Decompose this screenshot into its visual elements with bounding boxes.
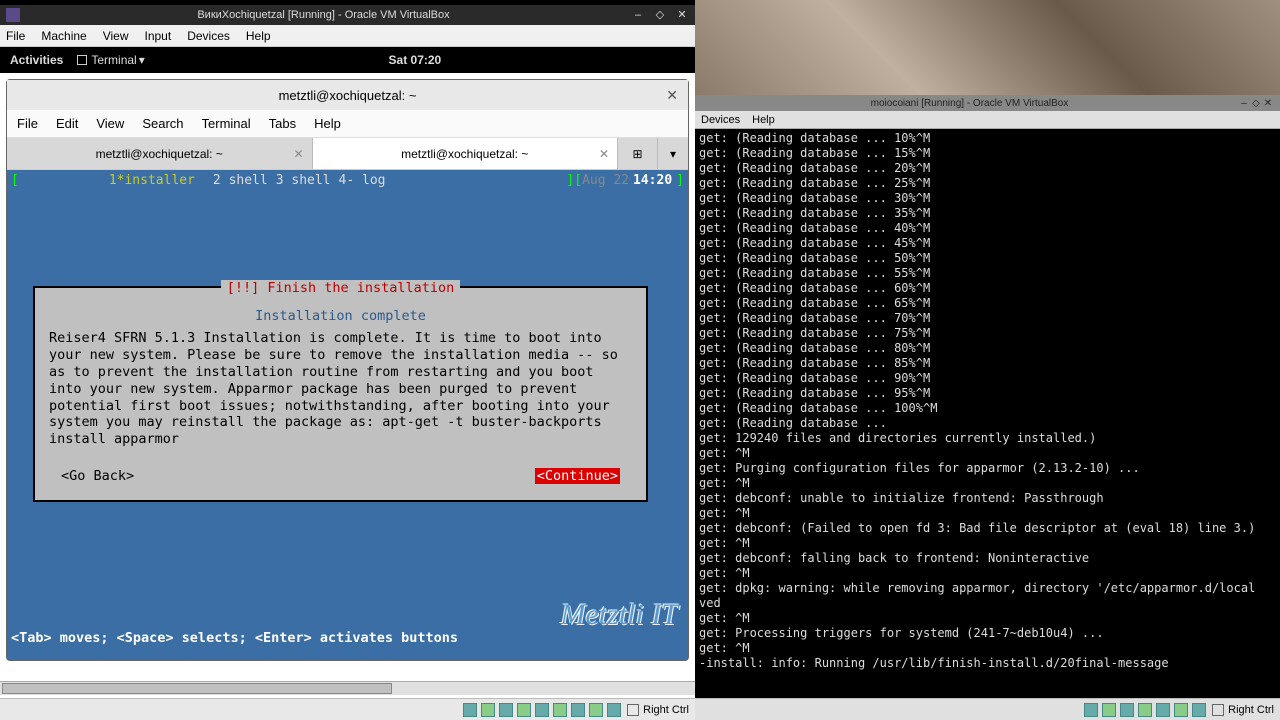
- tab-2[interactable]: metztli@xochiquetzal: ~ ✕: [313, 138, 619, 169]
- vm-menubar-right: Devices Help: [695, 111, 1280, 129]
- vm-menubar-left: File Machine View Input Devices Help: [0, 25, 695, 47]
- maximize-icon[interactable]: ◇: [653, 8, 667, 22]
- new-tab-button[interactable]: ⊞: [618, 138, 658, 169]
- clock[interactable]: Sat 07:20: [145, 53, 685, 67]
- tmux-status: [ 1*installer 2 shell 3 shell 4- log ][ …: [7, 170, 688, 190]
- terminal-close-button[interactable]: ✕: [666, 87, 678, 104]
- tab-close-icon[interactable]: ✕: [293, 147, 303, 161]
- window-shell-3[interactable]: 3 shell: [276, 173, 331, 188]
- dialog-subtitle: Installation complete: [49, 308, 632, 324]
- go-back-button[interactable]: <Go Back>: [61, 468, 134, 484]
- background-photo: [695, 0, 1280, 95]
- vm-statusbar-right: Right Ctrl: [695, 698, 1280, 720]
- continue-button[interactable]: <Continue>: [535, 468, 620, 484]
- term-menu-terminal[interactable]: Terminal: [202, 116, 251, 131]
- terminal-menubar: File Edit View Search Terminal Tabs Help: [7, 110, 688, 138]
- maximize-icon[interactable]: ◇: [1250, 98, 1262, 109]
- vm-titlebar-left[interactable]: ВикиXochiquetzal [Running] - Oracle VM V…: [0, 5, 695, 25]
- window-log[interactable]: 4- log: [339, 173, 386, 188]
- menu-input[interactable]: Input: [145, 29, 172, 43]
- minimize-icon[interactable]: –: [631, 8, 645, 22]
- recording-icon[interactable]: [589, 703, 603, 717]
- terminal-content[interactable]: [ 1*installer 2 shell 3 shell 4- log ][ …: [7, 170, 688, 660]
- vm-title-left: ВикиXochiquetzal [Running] - Oracle VM V…: [24, 9, 623, 21]
- menu-devices[interactable]: Devices: [187, 29, 230, 43]
- hostkey-indicator-icon: [627, 704, 639, 716]
- terminal-icon: [77, 55, 87, 65]
- menu-view[interactable]: View: [103, 29, 129, 43]
- scroll-thumb[interactable]: [2, 683, 392, 694]
- console-log[interactable]: get: (Reading database ... 10%^M get: (R…: [695, 129, 1280, 689]
- menu-devices[interactable]: Devices: [701, 114, 740, 126]
- host-key-label: Right Ctrl: [1228, 704, 1274, 716]
- window-shell-2[interactable]: 2 shell: [213, 173, 268, 188]
- usb-icon[interactable]: [1120, 703, 1134, 717]
- tab-menu-button[interactable]: ▾: [658, 138, 688, 169]
- terminal-indicator[interactable]: Terminal ▾: [77, 53, 144, 67]
- vm-statusbar-left: Right Ctrl: [0, 698, 695, 720]
- term-menu-search[interactable]: Search: [142, 116, 183, 131]
- term-menu-file[interactable]: File: [17, 116, 38, 131]
- dialog-title: [!!] Finish the installation: [49, 280, 632, 296]
- activities-button[interactable]: Activities: [10, 53, 63, 67]
- close-icon[interactable]: ✕: [675, 8, 689, 22]
- horizontal-scrollbar[interactable]: [0, 681, 695, 695]
- vm-title-right: moiocoiani [Running] - Oracle VM Virtual…: [701, 98, 1238, 109]
- shared-folder-icon[interactable]: [1156, 703, 1170, 717]
- menu-machine[interactable]: Machine: [41, 29, 86, 43]
- term-menu-edit[interactable]: Edit: [56, 116, 78, 131]
- tab-close-icon[interactable]: ✕: [599, 147, 609, 161]
- help-line: <Tab> moves; <Space> selects; <Enter> ac…: [7, 630, 688, 646]
- vm-window-left: ВикиXochiquetzal [Running] - Oracle VM V…: [0, 5, 695, 720]
- display-icon[interactable]: [553, 703, 567, 717]
- terminal-title: metztli@xochiquetzal: ~ ✕: [7, 80, 688, 110]
- audio-icon[interactable]: [571, 703, 585, 717]
- display-icon[interactable]: [1174, 703, 1188, 717]
- dialog-body: Reiser4 SFRN 5.1.3 Installation is compl…: [49, 330, 632, 448]
- optical-icon[interactable]: [481, 703, 495, 717]
- menu-file[interactable]: File: [6, 29, 25, 43]
- window-installer[interactable]: 1*installer: [109, 173, 195, 188]
- host-key-label: Right Ctrl: [643, 704, 689, 716]
- vbox-icon: [6, 8, 20, 22]
- close-icon[interactable]: ✕: [1262, 98, 1274, 109]
- installer-dialog: [!!] Finish the installation Installatio…: [33, 286, 648, 502]
- vm-window-right: moiocoiani [Running] - Oracle VM Virtual…: [695, 0, 1280, 720]
- menu-help[interactable]: Help: [752, 114, 775, 126]
- hd-icon[interactable]: [1084, 703, 1098, 717]
- optical-icon[interactable]: [1102, 703, 1116, 717]
- term-menu-help[interactable]: Help: [314, 116, 341, 131]
- recording-icon[interactable]: [1192, 703, 1206, 717]
- menu-help[interactable]: Help: [246, 29, 271, 43]
- hd-icon[interactable]: [463, 703, 477, 717]
- tab-1[interactable]: metztli@xochiquetzal: ~ ✕: [7, 138, 313, 169]
- shared-folder-icon[interactable]: [535, 703, 549, 717]
- hostkey-indicator-icon: [1212, 704, 1224, 716]
- gnome-top-bar: Activities Terminal ▾ Sat 07:20: [0, 47, 695, 73]
- watermark: Metztli IT: [561, 598, 679, 632]
- term-menu-tabs[interactable]: Tabs: [269, 116, 296, 131]
- net-icon[interactable]: [1138, 703, 1152, 717]
- term-menu-view[interactable]: View: [96, 116, 124, 131]
- usb-icon[interactable]: [499, 703, 513, 717]
- net-icon[interactable]: [517, 703, 531, 717]
- minimize-icon[interactable]: –: [1238, 98, 1250, 109]
- terminal-window: metztli@xochiquetzal: ~ ✕ File Edit View…: [6, 79, 689, 661]
- terminal-tabs: metztli@xochiquetzal: ~ ✕ metztli@xochiq…: [7, 138, 688, 170]
- vm-titlebar-right[interactable]: moiocoiani [Running] - Oracle VM Virtual…: [695, 95, 1280, 111]
- cpu-icon[interactable]: [607, 703, 621, 717]
